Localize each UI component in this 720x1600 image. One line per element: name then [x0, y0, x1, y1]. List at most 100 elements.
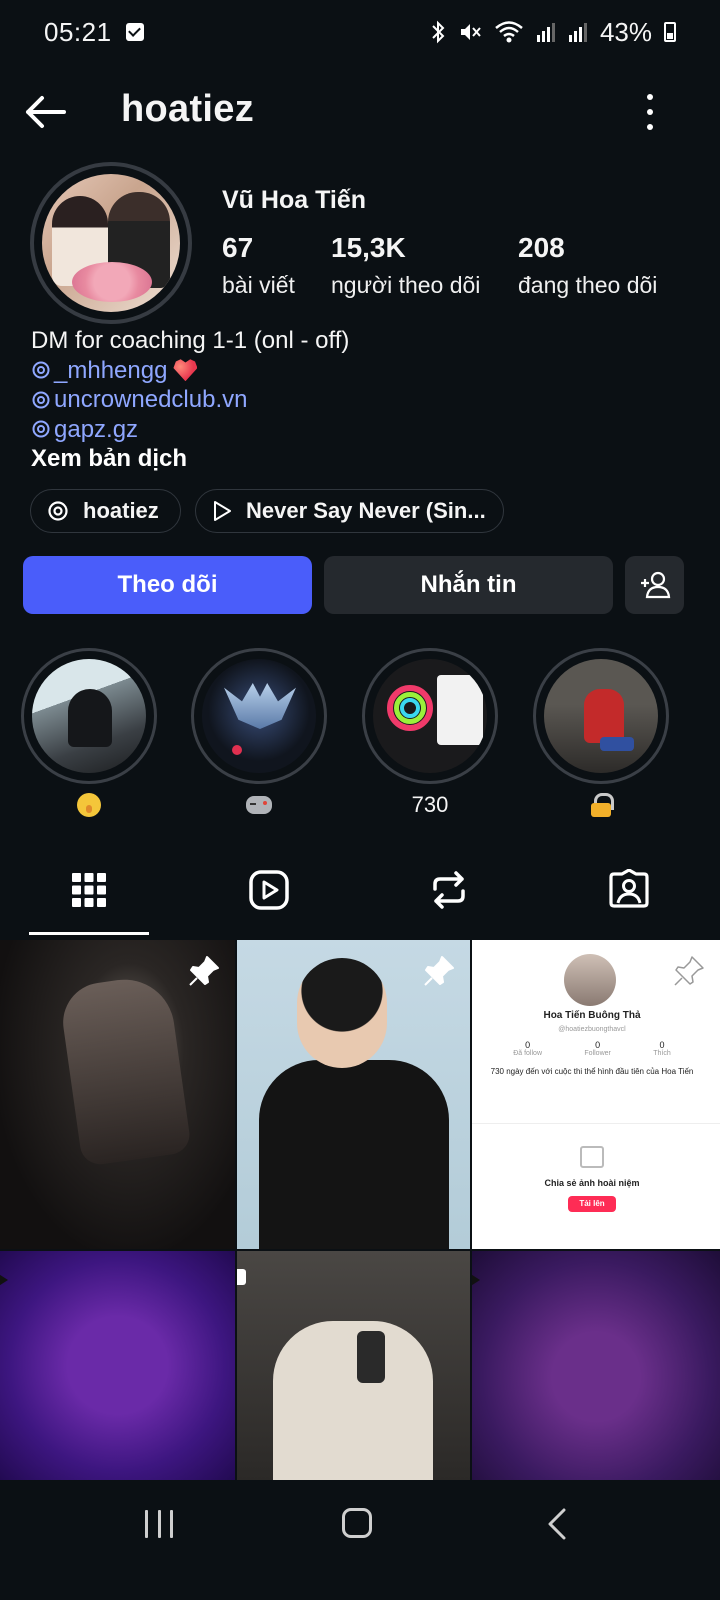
- highlight-cover: [544, 659, 658, 773]
- story-highlight[interactable]: [191, 648, 327, 820]
- tiktok-stats: 0 Đã follow 0 Follower 0 Thích: [513, 1040, 671, 1057]
- dot-icon: [647, 124, 653, 130]
- game-controller-emoji-icon: [246, 796, 272, 814]
- arrow-left-icon: [26, 96, 66, 128]
- bio-text: DM for coaching 1-1 (onl - off): [31, 327, 350, 354]
- lock-emoji-icon: [591, 793, 614, 817]
- see-translation-link[interactable]: Xem bản dịch: [31, 444, 349, 474]
- notification-check-icon: [125, 23, 144, 41]
- highlight-label: [533, 790, 669, 820]
- dot-icon: [647, 94, 653, 100]
- mute-icon: [460, 24, 481, 40]
- highlight-label: 730: [411, 792, 449, 817]
- system-nav-bar: [0, 1480, 720, 1600]
- tab-reposts[interactable]: [360, 846, 538, 934]
- mention-text: gapz.gz: [54, 415, 139, 443]
- message-button[interactable]: Nhắn tin: [324, 556, 613, 614]
- stat-value: 15,3K: [331, 232, 406, 263]
- story-highlight[interactable]: [21, 648, 157, 820]
- play-icon: [214, 501, 231, 521]
- grid-post[interactable]: [0, 1251, 235, 1480]
- posts-count: 67 bài viết: [222, 232, 295, 299]
- mention-text: uncrownedclub.vn: [54, 386, 248, 413]
- tiktok-handle: @hoatiezbuongthavcl: [558, 1026, 626, 1033]
- story-highlight[interactable]: [533, 648, 669, 820]
- grid-post[interactable]: Hoa Tiến Buông Thả @hoatiezbuongthavcl 0…: [472, 940, 720, 1249]
- highlight-cover: [32, 659, 146, 773]
- music-chip[interactable]: Never Say Never (Sin...: [195, 489, 504, 533]
- threads-icon: [48, 501, 68, 521]
- mention-text: _mhhengg: [54, 356, 168, 384]
- tab-posts-grid[interactable]: [0, 846, 178, 934]
- grid-icon: [72, 873, 106, 907]
- home-button[interactable]: [342, 1508, 372, 1538]
- highlight-ring: [21, 648, 157, 784]
- status-time: 05:21: [44, 16, 112, 47]
- followers-count[interactable]: 15,3K người theo dõi: [331, 232, 480, 299]
- page-title: hoatiez: [121, 88, 255, 130]
- bluetooth-icon: [432, 20, 445, 44]
- bio: DM for coaching 1-1 (onl - off) _mhhengg…: [31, 326, 349, 474]
- grid-post[interactable]: [237, 940, 470, 1249]
- display-name: Vũ Hoa Tiến: [222, 186, 367, 214]
- stat-label: bài viết: [222, 272, 295, 298]
- grid-post[interactable]: [237, 1251, 470, 1480]
- back-button[interactable]: [22, 90, 68, 134]
- highlight-ring: [362, 648, 498, 784]
- repost-icon: [433, 871, 465, 909]
- tiktok-avatar: [564, 954, 616, 1006]
- threads-icon: [32, 391, 50, 409]
- active-tab-indicator: [29, 932, 149, 935]
- add-user-icon: [640, 571, 670, 599]
- image-icon: [580, 1146, 604, 1168]
- stat-value: 208: [518, 232, 565, 263]
- status-icons: 43%: [430, 17, 676, 48]
- music-chip-label: Never Say Never (Sin...: [246, 498, 486, 523]
- threads-icon: [32, 361, 50, 379]
- highlight-cover: [373, 659, 487, 773]
- tiktok-tab-divider: [472, 1100, 720, 1124]
- mention-link[interactable]: uncrownedclub.vn: [31, 385, 349, 415]
- grid-post[interactable]: [0, 940, 235, 1249]
- suggested-users-button[interactable]: [625, 556, 684, 614]
- story-highlight[interactable]: 730: [362, 648, 498, 820]
- tab-tagged[interactable]: [540, 846, 718, 934]
- profile-header: hoatiez: [0, 80, 720, 144]
- reels-icon: [249, 870, 289, 910]
- dot-icon: [647, 109, 653, 115]
- follow-button[interactable]: Theo dõi: [23, 556, 312, 614]
- recent-apps-button[interactable]: [145, 1510, 173, 1538]
- battery-icon: [664, 22, 676, 42]
- highlight-ring: [191, 648, 327, 784]
- mention-link[interactable]: _mhhengg: [31, 356, 349, 386]
- more-options-button[interactable]: [645, 94, 655, 130]
- stat-label: người theo dõi: [331, 272, 481, 298]
- grid-post[interactable]: [472, 1251, 720, 1480]
- shushing-face-emoji-icon: [77, 793, 101, 817]
- highlight-ring: [533, 648, 669, 784]
- highlight-label: [191, 790, 327, 820]
- mention-link[interactable]: gapz.gz: [31, 415, 349, 445]
- signal-icon: [536, 23, 555, 42]
- tagged-user-icon: [609, 869, 649, 908]
- tiktok-share-text: Chia sẻ ảnh hoài niệm: [544, 1178, 640, 1188]
- threads-icon: [32, 420, 50, 438]
- tiktok-name: Hoa Tiến Buông Thả: [543, 1010, 641, 1021]
- highlight-label: [21, 790, 157, 820]
- tiktok-bio: 730 ngày đến với cuộc thi thể hình đầu t…: [490, 1067, 694, 1076]
- status-bar: 05:21 43%: [0, 0, 720, 64]
- battery-percent: 43%: [599, 16, 652, 47]
- threads-chip[interactable]: hoatiez: [30, 489, 181, 533]
- tiktok-upload-button: Tải lên: [568, 1196, 616, 1212]
- following-count[interactable]: 208 đang theo dõi: [518, 232, 657, 299]
- heart-emoji-icon: [173, 359, 197, 381]
- signal-icon-2: [568, 23, 587, 42]
- highlight-cover: [202, 659, 316, 773]
- threads-chip-label: hoatiez: [83, 498, 159, 523]
- tab-reels[interactable]: [180, 846, 358, 934]
- pin-icon: [189, 956, 219, 986]
- system-back-button[interactable]: [547, 1508, 567, 1540]
- avatar-image: [42, 174, 180, 312]
- profile-avatar[interactable]: [30, 162, 192, 324]
- pin-icon: [674, 956, 704, 986]
